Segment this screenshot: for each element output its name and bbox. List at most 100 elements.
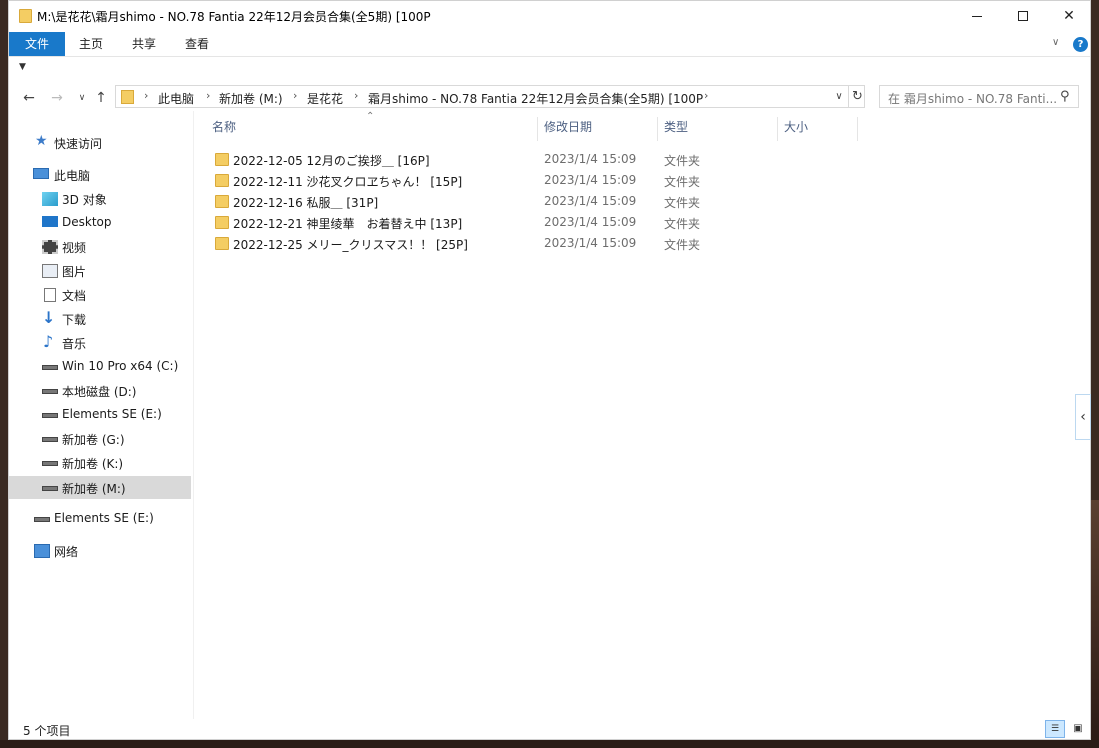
file-name: 2022-12-11 沙花叉クロヱちゃん！ [15P]: [233, 175, 463, 189]
navigation-row: ← → ∨ ↑ › 此电脑 › 新加卷 (M:) › 是花花 › 霜月shimo…: [9, 85, 1090, 111]
column-divider[interactable]: [657, 117, 658, 141]
search-placeholder: 在 霜月shimo - NO.78 Fanti...: [888, 92, 1058, 106]
details-view-button[interactable]: ☰: [1045, 720, 1065, 738]
minimize-icon: [972, 15, 982, 17]
column-divider[interactable]: [537, 117, 538, 141]
recent-locations-button[interactable]: ∨: [72, 88, 92, 108]
back-button[interactable]: ←: [19, 88, 39, 108]
sidebar-item-drive-g[interactable]: 新加卷 (G:): [9, 427, 191, 450]
file-row[interactable]: 2022-12-05 12月のご挨拶＿ [16P] 2023/1/4 15:09…: [212, 149, 872, 170]
video-icon: [42, 240, 58, 254]
address-history-chevron-icon[interactable]: ∨: [830, 88, 848, 106]
arrow-right-icon: →: [51, 90, 63, 106]
folder-icon: [215, 195, 229, 208]
close-button[interactable]: ✕: [1046, 1, 1092, 31]
breadcrumb-folder[interactable]: 是花花: [307, 90, 343, 107]
sidebar-item-network[interactable]: 网络: [9, 539, 191, 562]
file-date: 2023/1/4 15:09: [544, 236, 637, 250]
breadcrumb-current-folder[interactable]: 霜月shimo - NO.78 Fantia 22年12月会员合集(全5期) […: [368, 90, 703, 107]
file-type: 文件夹: [664, 154, 701, 168]
sidebar-item-label: 本地磁盘 (D:): [62, 385, 137, 399]
breadcrumb-chevron-icon[interactable]: ›: [293, 89, 297, 102]
sidebar-item-label: 此电脑: [54, 169, 91, 183]
refresh-button[interactable]: ↻: [848, 86, 866, 107]
file-date: 2023/1/4 15:09: [544, 173, 637, 187]
breadcrumb-chevron-icon[interactable]: ›: [354, 89, 358, 102]
breadcrumb-chevron-icon[interactable]: ›: [206, 89, 210, 102]
file-list: ⌃ 名称 修改日期 类型 大小 2022-12-05 12月のご挨拶＿ [16P…: [194, 111, 1084, 719]
search-input[interactable]: 在 霜月shimo - NO.78 Fanti... ⚲: [879, 85, 1079, 108]
preview-pane-toggle[interactable]: ‹: [1075, 394, 1091, 440]
column-header-name[interactable]: 名称: [212, 118, 537, 142]
ribbon-expand-chevron-icon[interactable]: ∨: [1052, 37, 1059, 48]
sidebar-item-label: 视频: [62, 241, 87, 255]
search-icon[interactable]: ⚲: [1060, 89, 1070, 104]
tab-home[interactable]: 主页: [71, 32, 111, 56]
drive-icon: [34, 517, 50, 522]
chevron-down-icon: ∨: [78, 93, 86, 103]
refresh-icon: ↻: [852, 89, 863, 104]
column-divider[interactable]: [857, 117, 858, 141]
sidebar-item-drive-d[interactable]: 本地磁盘 (D:): [9, 379, 191, 402]
tab-view[interactable]: 查看: [177, 32, 217, 56]
tab-share[interactable]: 共享: [124, 32, 164, 56]
sidebar-item-desktop[interactable]: Desktop: [9, 211, 191, 234]
sidebar-item-downloads[interactable]: ↓ 下载: [9, 307, 191, 330]
folder-icon: [215, 174, 229, 187]
maximize-button[interactable]: [1000, 1, 1046, 31]
sidebar-item-documents[interactable]: 文档: [9, 283, 191, 306]
sidebar-item-music[interactable]: ♪ 音乐: [9, 331, 191, 354]
up-button[interactable]: ↑: [91, 88, 111, 108]
file-row[interactable]: 2022-12-25 メリー_クリスマス！！ [25P] 2023/1/4 15…: [212, 233, 872, 254]
large-icons-view-button[interactable]: ▣: [1069, 720, 1087, 738]
column-header-date[interactable]: 修改日期: [544, 118, 658, 142]
column-header-type[interactable]: 类型: [664, 118, 778, 142]
quick-access-toolbar: ▼: [9, 58, 1090, 83]
forward-button[interactable]: →: [47, 88, 67, 108]
sidebar-item-3d-objects[interactable]: 3D 对象: [9, 187, 191, 210]
window-title: M:\是花花\霜月shimo - NO.78 Fantia 22年12月会员合集…: [37, 10, 431, 24]
sidebar-item-external-drive-e[interactable]: Elements SE (E:): [9, 507, 191, 530]
sidebar-item-pictures[interactable]: 图片: [9, 259, 191, 282]
desktop-background-bottom: [0, 740, 1099, 748]
network-icon: [34, 544, 50, 558]
breadcrumb-chevron-icon[interactable]: ›: [704, 89, 708, 102]
item-count: 5 个项目: [23, 724, 71, 738]
navigation-pane: ★ 快速访问 此电脑 3D 对象 Desktop 视频 图片 文档 ↓ 下载 ♪…: [9, 119, 192, 719]
sidebar-item-drive-m[interactable]: 新加卷 (M:): [9, 476, 191, 499]
arrow-left-icon: ←: [23, 90, 35, 106]
chevron-left-icon: ‹: [1080, 409, 1086, 425]
help-icon[interactable]: ?: [1073, 37, 1088, 52]
column-divider[interactable]: [777, 117, 778, 141]
breadcrumb-drive-m[interactable]: 新加卷 (M:): [219, 90, 283, 107]
breadcrumb-chevron-icon[interactable]: ›: [144, 89, 148, 102]
file-name: 2022-12-21 神里绫華 お着替え中 [13P]: [233, 217, 463, 231]
file-row[interactable]: 2022-12-16 私服＿ [31P] 2023/1/4 15:09 文件夹: [212, 191, 872, 212]
3d-objects-icon: [42, 192, 58, 206]
sidebar-item-drive-k[interactable]: 新加卷 (K:): [9, 451, 191, 474]
sidebar-item-label: Elements SE (E:): [62, 407, 162, 421]
file-name: 2022-12-25 メリー_クリスマス！！ [25P]: [233, 238, 468, 252]
file-type: 文件夹: [664, 196, 701, 210]
minimize-button[interactable]: [954, 1, 1000, 31]
customize-toolbar-dropdown-icon[interactable]: ▼: [19, 62, 26, 72]
sidebar-item-videos[interactable]: 视频: [9, 235, 191, 258]
title-bar[interactable]: M:\是花花\霜月shimo - NO.78 Fantia 22年12月会员合集…: [9, 1, 1090, 32]
drive-icon: [42, 365, 58, 370]
breadcrumb-this-pc[interactable]: 此电脑: [158, 90, 194, 107]
sidebar-item-this-pc[interactable]: 此电脑: [9, 163, 191, 186]
sidebar-item-quick-access[interactable]: ★ 快速访问: [9, 131, 191, 154]
column-header-size[interactable]: 大小: [784, 118, 854, 142]
sidebar-item-drive-e[interactable]: Elements SE (E:): [9, 403, 191, 426]
address-bar[interactable]: › 此电脑 › 新加卷 (M:) › 是花花 › 霜月shimo - NO.78…: [115, 85, 865, 108]
arrow-up-icon: ↑: [95, 90, 107, 106]
tab-file[interactable]: 文件: [9, 32, 65, 56]
drive-icon: [42, 486, 58, 491]
file-date: 2023/1/4 15:09: [544, 194, 637, 208]
sidebar-item-label: 新加卷 (G:): [62, 433, 125, 447]
file-row[interactable]: 2022-12-11 沙花叉クロヱちゃん！ [15P] 2023/1/4 15:…: [212, 170, 872, 191]
sidebar-item-drive-c[interactable]: Win 10 Pro x64 (C:): [9, 355, 191, 378]
pictures-icon: [42, 264, 58, 278]
file-row[interactable]: 2022-12-21 神里绫華 お着替え中 [13P] 2023/1/4 15:…: [212, 212, 872, 233]
file-date: 2023/1/4 15:09: [544, 215, 637, 229]
